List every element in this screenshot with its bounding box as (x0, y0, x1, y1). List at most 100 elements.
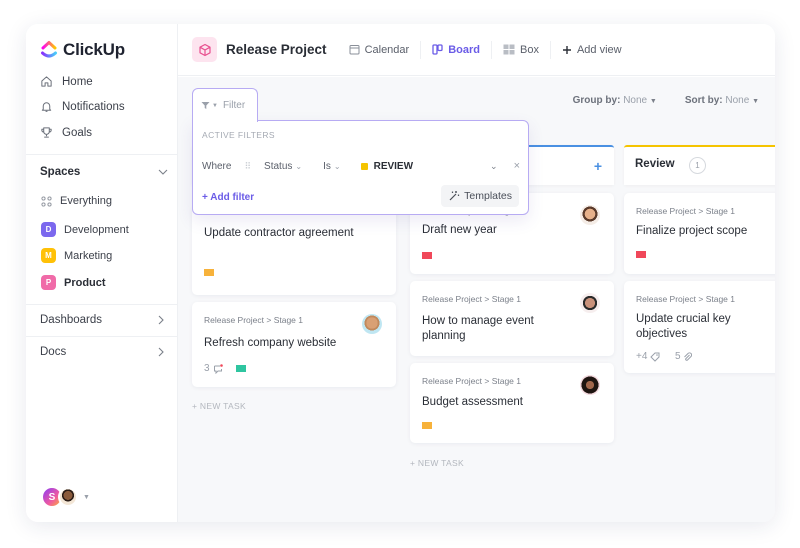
task-card[interactable]: Release Project > Stage 1 Refresh compan… (192, 302, 396, 387)
filter-field-dropdown[interactable]: Status ⌄ (264, 161, 302, 172)
task-breadcrumb: Release Project > Stage 1 (636, 294, 735, 304)
tab-board[interactable]: Board (432, 44, 480, 56)
task-title: How to manage event planning (422, 315, 534, 342)
caret-down-icon[interactable]: ▼ (83, 494, 90, 501)
sidebar-item-label: Notifications (62, 100, 125, 113)
filter-field-value: Status (264, 160, 293, 172)
sidebar-item-goals[interactable]: Goals (40, 126, 92, 139)
group-by-dropdown[interactable]: Group by: None ▼ (573, 95, 657, 106)
teammate-avatar (58, 487, 78, 507)
tab-separator (490, 40, 492, 59)
space-label: Marketing (64, 249, 113, 262)
box-icon (503, 44, 515, 55)
task-title: Budget assessment (422, 396, 524, 408)
space-label: Everything (60, 195, 112, 207)
task-breadcrumb: Release Project > Stage 1 (204, 315, 303, 325)
column-header: Review 1 (624, 145, 775, 185)
drag-handle-icon[interactable]: ⠿ (244, 161, 251, 172)
comment-count[interactable]: 3 (204, 363, 223, 374)
filter-popup: ACTIVE FILTERS Where ⠿ Status ⌄ Is ⌄ REVIE… (192, 120, 529, 215)
attachments-count[interactable]: 5 (675, 351, 692, 362)
templates-label: Templates (464, 190, 512, 202)
space-item-marketing[interactable]: M Marketing (41, 248, 112, 263)
spaces-label: Spaces (40, 166, 81, 178)
flag-icon (422, 252, 432, 259)
remove-filter-icon[interactable]: × (514, 160, 520, 172)
clickup-logo-icon (41, 41, 57, 58)
board-toolbar: Group by: None ▼ Sort by: None ▼ (573, 95, 759, 106)
assignee-avatar[interactable] (362, 314, 382, 334)
tag-icon (650, 352, 660, 362)
assignee-avatar[interactable] (580, 205, 600, 225)
sidebar: ClickUp Home Notifications Goals Spaces … (26, 24, 178, 522)
flag-icon (422, 422, 432, 429)
space-item-everything[interactable]: Everything (41, 195, 112, 207)
space-badge: D (41, 222, 56, 237)
assignee-avatar[interactable] (580, 375, 600, 395)
filter-operator-value: Is (323, 160, 331, 172)
clickup-logo[interactable]: ClickUp (40, 40, 125, 60)
user-menu[interactable]: S ▼ (41, 486, 90, 508)
sidebar-item-docs[interactable]: Docs (40, 346, 164, 358)
comment-icon (213, 363, 223, 374)
task-card[interactable]: Release Project > Stage 1 Budget assessm… (410, 363, 614, 443)
sidebar-item-notifications[interactable]: Notifications (40, 100, 125, 113)
plus-icon (562, 45, 571, 54)
tab-label: Box (519, 43, 539, 56)
space-badge: M (41, 248, 56, 263)
space-label: Development (64, 223, 129, 236)
add-view-button[interactable]: Add view (562, 44, 622, 56)
space-item-product[interactable]: P Product (41, 275, 106, 290)
tags-count[interactable]: +4 (636, 351, 660, 362)
filter-icon (201, 102, 210, 109)
where-label: Where (202, 160, 232, 172)
templates-button[interactable]: Templates (441, 185, 519, 207)
board-icon (432, 44, 443, 55)
filter-value-dropdown[interactable]: REVIEW ⌄ (360, 160, 498, 172)
column-count-badge: 1 (689, 157, 706, 174)
new-task-button[interactable]: + NEW TASK (192, 401, 246, 411)
sidebar-divider (26, 336, 178, 337)
task-title: Update crucial key objectives (636, 313, 731, 340)
task-breadcrumb: Release Project > Stage 1 (636, 206, 735, 216)
task-card[interactable]: Release Project > Stage 1 Finalize proje… (624, 193, 775, 274)
tags-count-value: +4 (636, 351, 648, 362)
sort-by-value: None (725, 95, 750, 106)
tab-calendar[interactable]: Calendar (349, 44, 409, 56)
flag-icon (236, 365, 246, 372)
comment-count-value: 3 (204, 363, 210, 374)
filter-row: Where ⠿ Status ⌄ Is ⌄ REVIEW ⌄ × (202, 158, 520, 174)
add-filter-button[interactable]: + Add filter (202, 192, 254, 203)
project-icon (192, 37, 217, 62)
filter-operator-dropdown[interactable]: Is ⌄ (323, 161, 340, 172)
chevron-right-icon (158, 347, 164, 357)
filter-label: Filter (222, 100, 246, 111)
sort-by-label: Sort by: (684, 95, 723, 106)
assignee-avatar[interactable] (580, 293, 600, 313)
filter-button[interactable]: ▼ Filter (192, 88, 258, 122)
task-title: Draft new year (422, 224, 497, 236)
spaces-header[interactable]: Spaces (40, 166, 168, 178)
task-title: Refresh company website (204, 337, 337, 349)
task-card[interactable]: Release Project > Stage 1 How to manage … (410, 281, 614, 356)
sidebar-divider (26, 304, 178, 305)
chevron-down-icon: ⌄ (295, 161, 303, 171)
bell-icon (41, 102, 52, 112)
flag-icon (636, 251, 646, 258)
task-card[interactable]: Update contractor agreement (192, 205, 396, 295)
new-task-button[interactable]: + NEW TASK (410, 458, 464, 468)
sidebar-item-label: Home (62, 75, 93, 88)
sidebar-item-dashboards[interactable]: Dashboards (40, 314, 164, 326)
sort-by-dropdown[interactable]: Sort by: None ▼ (685, 95, 759, 106)
app-window: ClickUp Home Notifications Goals Spaces … (26, 24, 775, 522)
flag-icon (204, 269, 214, 276)
add-task-plus-icon[interactable]: + (594, 158, 602, 174)
space-label: Product (64, 276, 106, 289)
space-item-development[interactable]: D Development (41, 222, 129, 237)
task-card[interactable]: Release Project > Stage 1 Update crucial… (624, 281, 775, 373)
chevron-down-icon[interactable] (158, 169, 168, 175)
tab-box[interactable]: Box (503, 44, 539, 56)
sidebar-item-home[interactable]: Home (40, 75, 93, 88)
board-area: Group by: None ▼ Sort by: None ▼ Update … (178, 77, 775, 522)
filter-value: REVIEW (373, 160, 414, 172)
